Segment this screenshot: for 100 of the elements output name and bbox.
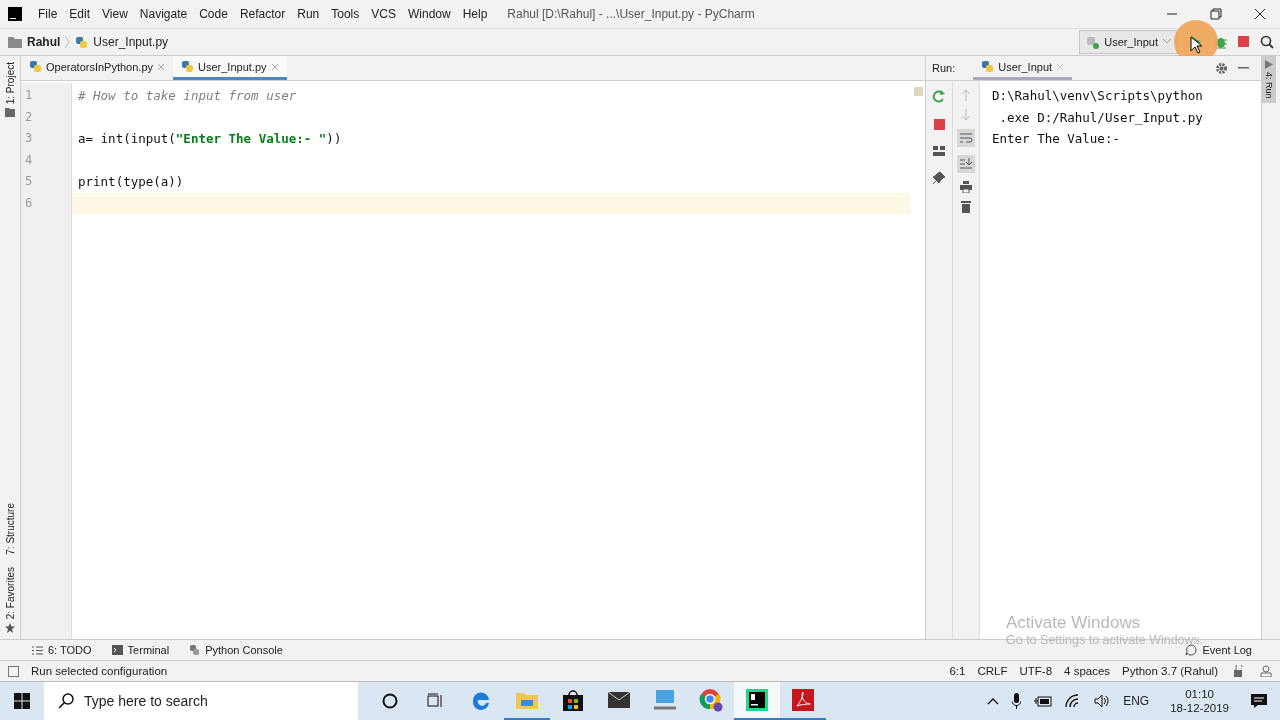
tool-window-tab[interactable]: 6: TODO — [32, 644, 92, 656]
tool-window-tab[interactable]: Python Console — [189, 644, 283, 656]
chevron-up-icon[interactable] — [987, 697, 1000, 705]
editor-tab[interactable]: User_Input.py — [173, 56, 287, 80]
status-item[interactable]: 4 spaces — [1064, 665, 1111, 677]
list-icon — [32, 645, 43, 655]
tool-windows-toggle-icon[interactable] — [8, 665, 19, 677]
tool-window-tab[interactable]: Terminal — [111, 644, 170, 656]
restore-icon[interactable] — [1210, 8, 1222, 20]
breadcrumb-item[interactable]: Rahul — [27, 35, 61, 49]
menu-item[interactable]: Navigate — [133, 7, 194, 21]
line-number: 1 — [24, 87, 34, 104]
menu-item[interactable]: Code — [193, 7, 234, 21]
line-number: 5 — [24, 173, 34, 190]
menu-item[interactable]: VCS — [365, 7, 402, 21]
console-output-line: D:\Rahul\venv\Scripts\python — [992, 87, 1204, 105]
taskbar-search-field[interactable]: Type here to search — [44, 682, 358, 720]
python-console-icon — [189, 644, 201, 656]
search-icon[interactable] — [1260, 35, 1274, 49]
search-icon — [58, 693, 74, 709]
pycharm-logo-icon — [8, 7, 22, 21]
window-title: Rahul [D:\Rahul] - ...\User_Input.py - PyCharm — [507, 7, 755, 21]
lock-icon[interactable] — [1234, 665, 1244, 677]
cortana-icon[interactable] — [382, 693, 398, 709]
menu-item[interactable]: Run — [291, 7, 326, 21]
console-output-line: .exe D:/Rahul/User_Input.py — [998, 108, 1204, 127]
python-file-icon — [75, 35, 89, 49]
inspector-icon[interactable] — [1260, 665, 1272, 677]
menu-item[interactable]: View — [96, 7, 134, 21]
line-number: 3 — [24, 130, 34, 147]
tool-window-tab[interactable]: 2: Favorites — [4, 566, 16, 619]
speech-bubble-icon — [1185, 644, 1198, 656]
pin-icon[interactable] — [933, 172, 945, 184]
menu-item[interactable]: File — [32, 7, 64, 21]
line-number: 4 — [24, 151, 34, 169]
run-configuration-dropdown[interactable]: User_Input — [1079, 30, 1178, 54]
minimize-icon[interactable] — [1238, 66, 1249, 70]
run-tab[interactable]: User_Input — [973, 56, 1073, 80]
clock-date[interactable]: 18-12-2019 — [1170, 702, 1229, 714]
terminal-icon — [111, 645, 123, 655]
notification-icon[interactable] — [1250, 693, 1268, 709]
stop-icon[interactable] — [933, 119, 945, 130]
layout-icon[interactable] — [933, 146, 945, 156]
run-icon — [1265, 60, 1273, 69]
activation-notice-title: Activate Windows — [1006, 613, 1142, 633]
battery-icon[interactable] — [1034, 695, 1053, 707]
tool-window-tab[interactable]: 7: Structure — [4, 503, 16, 555]
computer-icon[interactable] — [654, 690, 676, 710]
folder-icon — [5, 108, 15, 118]
analysis-marker-icon — [914, 87, 923, 96]
python-run-icon — [1086, 35, 1100, 49]
star-icon — [5, 623, 15, 633]
line-number: 2 — [24, 108, 34, 126]
python-file-icon — [981, 60, 995, 73]
windows-start-icon[interactable] — [14, 693, 30, 709]
shopping-bag-icon[interactable] — [563, 689, 583, 711]
clock-time[interactable]: 01:10 — [1185, 688, 1214, 700]
status-message: Run selected configuration — [31, 665, 168, 677]
status-item[interactable]: UTF-8 — [1019, 665, 1053, 677]
panel-label: Run: — [932, 62, 956, 74]
code-line: print(type(a)) — [77, 173, 185, 191]
volume-icon[interactable] — [1094, 694, 1111, 708]
chevron-icon — [65, 36, 71, 48]
folder-icon — [8, 36, 22, 48]
python-file-icon — [181, 60, 194, 73]
folder-icon[interactable] — [516, 691, 538, 709]
status-item[interactable]: 6:1 — [949, 665, 966, 677]
tool-window-tab[interactable]: 1: Project — [4, 62, 16, 105]
status-item[interactable]: Python 3.7 (Rahul) — [1122, 665, 1218, 677]
pycharm-icon[interactable] — [746, 689, 768, 711]
mouse-cursor-icon — [1190, 36, 1202, 54]
menu-item[interactable]: Help — [456, 7, 494, 21]
menu-item[interactable]: Refactor — [233, 7, 292, 21]
menu-item[interactable]: Window — [401, 7, 457, 21]
tool-window-tab[interactable]: 4: Run — [1262, 56, 1276, 103]
python-file-icon — [29, 60, 42, 73]
chrome-browser-icon[interactable] — [699, 688, 723, 712]
rerun-icon[interactable] — [932, 89, 946, 103]
breadcrumb-item[interactable]: User_Input.py — [93, 35, 169, 49]
status-item[interactable]: CRLF — [977, 665, 1008, 677]
event-log-button[interactable]: Event Log — [1185, 644, 1280, 656]
code-line: a= int(input("Enter The Value:- ")) — [77, 130, 343, 148]
task-view-icon[interactable] — [426, 693, 444, 709]
print-icon[interactable] — [960, 181, 972, 193]
menu-item[interactable]: Edit — [63, 7, 97, 21]
code-line: # How to take input from user — [77, 87, 298, 105]
caret-icon — [1163, 39, 1171, 45]
menu-item[interactable]: Tools — [325, 7, 366, 21]
mail-icon[interactable] — [608, 692, 630, 708]
close-icon[interactable] — [1254, 8, 1266, 20]
console-output-line: Enter The Value:- — [992, 130, 1121, 148]
acrobat-reader-icon[interactable] — [792, 689, 814, 711]
line-number: 6 — [24, 194, 34, 212]
settings-icon[interactable] — [1215, 61, 1228, 75]
stop-icon[interactable] — [1238, 36, 1250, 48]
editor-tab[interactable]: OperatorsInPython.py — [21, 56, 173, 80]
microphone-icon[interactable] — [1012, 693, 1022, 709]
activation-notice-text: Go to Settings to activate Windows. — [1006, 633, 1204, 647]
language-indicator[interactable]: ENG — [1123, 694, 1150, 708]
trash-icon[interactable] — [961, 201, 971, 213]
